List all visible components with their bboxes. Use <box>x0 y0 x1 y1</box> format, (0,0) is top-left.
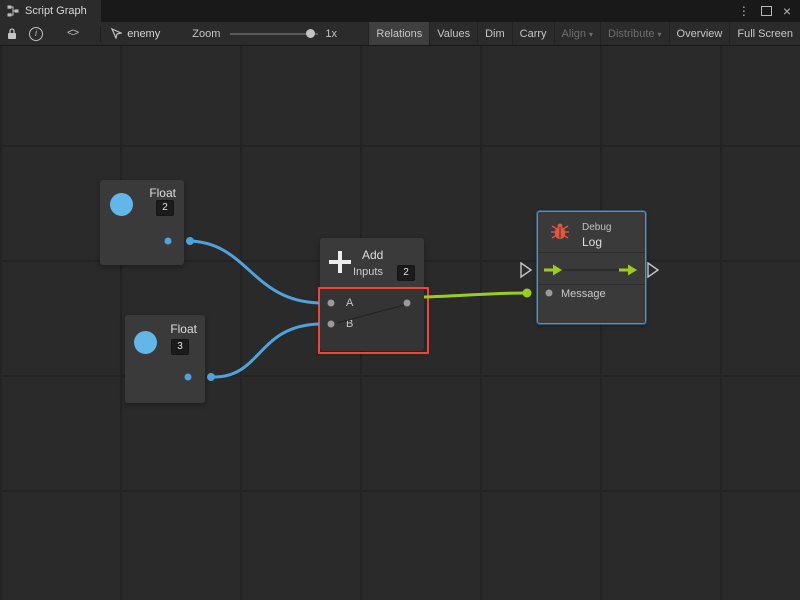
node-float-1[interactable]: Float 2 <box>100 180 184 265</box>
selection-highlight-red <box>318 287 429 354</box>
toolbar-separator <box>100 26 101 42</box>
inputs-count-field[interactable]: 2 <box>397 265 415 281</box>
zoom-slider-handle[interactable] <box>306 29 315 38</box>
lock-icon[interactable] <box>6 27 18 40</box>
align-button[interactable]: Align▾ <box>554 22 600 45</box>
values-button[interactable]: Values <box>429 22 477 45</box>
window-titlebar: Script Graph ⋮ × <box>0 0 800 22</box>
node-title: Log <box>582 235 602 249</box>
node-divider <box>538 284 645 285</box>
overview-button[interactable]: Overview <box>669 22 730 45</box>
full-screen-button[interactable]: Full Screen <box>729 22 800 45</box>
chevron-down-icon: ▾ <box>658 30 662 39</box>
graph-name[interactable]: enemy <box>127 28 160 40</box>
float-type-icon <box>134 331 157 354</box>
zoom-value: 1x <box>325 28 337 40</box>
zoom-slider-track[interactable] <box>230 33 318 35</box>
bug-icon <box>549 222 571 247</box>
window-menu-icon[interactable]: ⋮ <box>738 5 750 17</box>
node-debug-log[interactable]: Debug Log Message <box>537 211 646 324</box>
zoom-slider[interactable] <box>230 27 318 41</box>
carry-button[interactable]: Carry <box>512 22 554 45</box>
node-float-2[interactable]: Float 3 <box>125 315 205 403</box>
close-icon[interactable]: × <box>783 4 791 18</box>
window-controls: ⋮ × <box>738 0 800 22</box>
toolbar-buttons: Relations Values Dim Carry Align▾ Distri… <box>368 22 800 45</box>
node-divider <box>538 252 645 253</box>
node-category: Debug <box>582 222 611 233</box>
relations-button[interactable]: Relations <box>368 22 429 45</box>
tab-script-graph[interactable]: Script Graph <box>0 0 101 22</box>
code-icon[interactable]: <> <box>67 28 78 40</box>
zoom-label: Zoom <box>192 28 220 40</box>
script-graph-icon <box>7 5 19 17</box>
add-icon <box>328 250 352 274</box>
chevron-down-icon: ▾ <box>589 30 593 39</box>
distribute-button[interactable]: Distribute▾ <box>600 22 668 45</box>
float-value-field[interactable]: 2 <box>156 200 174 216</box>
inputs-label: Inputs <box>353 266 383 278</box>
tab-title: Script Graph <box>25 5 87 17</box>
float-value-field[interactable]: 3 <box>171 339 189 355</box>
float-type-icon <box>110 193 133 216</box>
dim-button[interactable]: Dim <box>477 22 512 45</box>
node-title: Float <box>170 322 197 336</box>
graph-asset-icon <box>111 28 122 39</box>
maximize-icon[interactable] <box>761 6 772 16</box>
info-icon[interactable]: i <box>29 27 43 41</box>
graph-toolbar: i <> enemy Zoom 1x Relations Values Dim … <box>0 22 800 46</box>
message-port-label: Message <box>561 288 606 300</box>
node-title: Add <box>362 248 383 262</box>
node-title: Float <box>149 186 176 200</box>
